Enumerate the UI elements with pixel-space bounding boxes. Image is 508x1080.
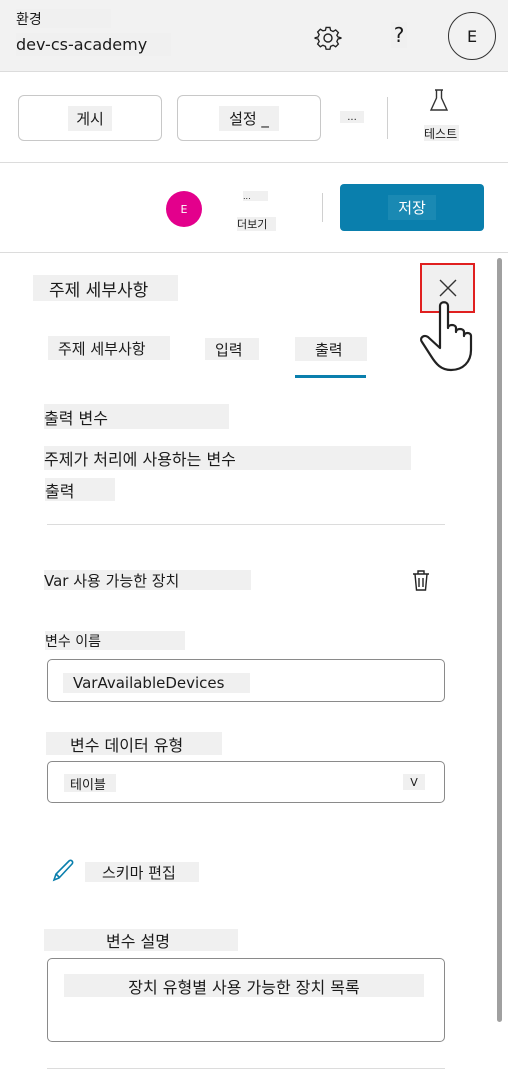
test-label: 테스트 <box>424 125 459 141</box>
more-dots[interactable]: ... <box>243 191 268 201</box>
collaborator-avatar[interactable]: E <box>166 191 202 227</box>
variable-description-input[interactable]: 장치 유형별 사용 가능한 장치 목록 <box>47 958 445 1042</box>
section-title: 출력 변수 <box>44 404 229 429</box>
variable-type-value: 테이블 <box>64 774 116 793</box>
publish-label: 게시 <box>68 105 112 131</box>
delete-variable-button[interactable] <box>410 569 432 593</box>
environment-label: 환경 <box>16 9 111 28</box>
panel-title: 주제 세부사항 <box>33 275 178 301</box>
trash-icon <box>413 570 429 591</box>
save-label: 저장 <box>388 195 436 220</box>
scrollbar[interactable] <box>497 258 502 1022</box>
settings-button[interactable] <box>314 24 342 52</box>
environment-name[interactable]: dev-cs-academy <box>16 33 171 56</box>
close-icon <box>439 279 456 297</box>
variable-type-select[interactable]: 테이블 V <box>47 761 445 803</box>
variable-type-label: 변수 데이터 유형 <box>46 732 222 755</box>
hand-cursor-icon <box>420 301 473 372</box>
active-tab-indicator <box>295 375 366 378</box>
tab-outputs[interactable]: 출력 <box>295 337 367 361</box>
section-subtitle: 출력 <box>45 478 115 501</box>
tab-inputs[interactable]: 입력 <box>205 338 259 360</box>
help-button[interactable]: ? <box>391 22 407 48</box>
settings-menu-button[interactable]: 설정 _ <box>177 95 321 141</box>
settings-label: 설정 _ <box>219 105 279 131</box>
tab-topic-details[interactable]: 주제 세부사항 <box>48 336 170 360</box>
variable-title: Var 사용 가능한 장치 <box>44 570 251 590</box>
variable-description-value: 장치 유형별 사용 가능한 장치 목록 <box>64 974 424 997</box>
publish-button[interactable]: 게시 <box>18 95 162 141</box>
variable-description-label: 변수 설명 <box>44 929 238 951</box>
toolbar-more-button[interactable]: ... <box>340 111 364 123</box>
chevron-down-icon: V <box>403 774 425 790</box>
more-label[interactable]: 더보기 <box>237 217 276 231</box>
flask-icon <box>429 89 449 111</box>
variable-name-input[interactable]: VarAvailableDevices <box>47 659 445 702</box>
gear-icon <box>314 26 342 50</box>
user-avatar[interactable]: E <box>448 12 496 60</box>
edit-schema-button[interactable]: 스키마 편집 <box>85 862 199 882</box>
variable-name-label: 변수 이름 <box>45 631 185 650</box>
save-button[interactable]: 저장 <box>340 184 484 231</box>
section-description: 주제가 처리에 사용하는 변수 <box>44 446 411 470</box>
variable-name-value: VarAvailableDevices <box>63 673 250 693</box>
test-button[interactable] <box>428 88 450 114</box>
pencil-icon <box>52 859 74 882</box>
